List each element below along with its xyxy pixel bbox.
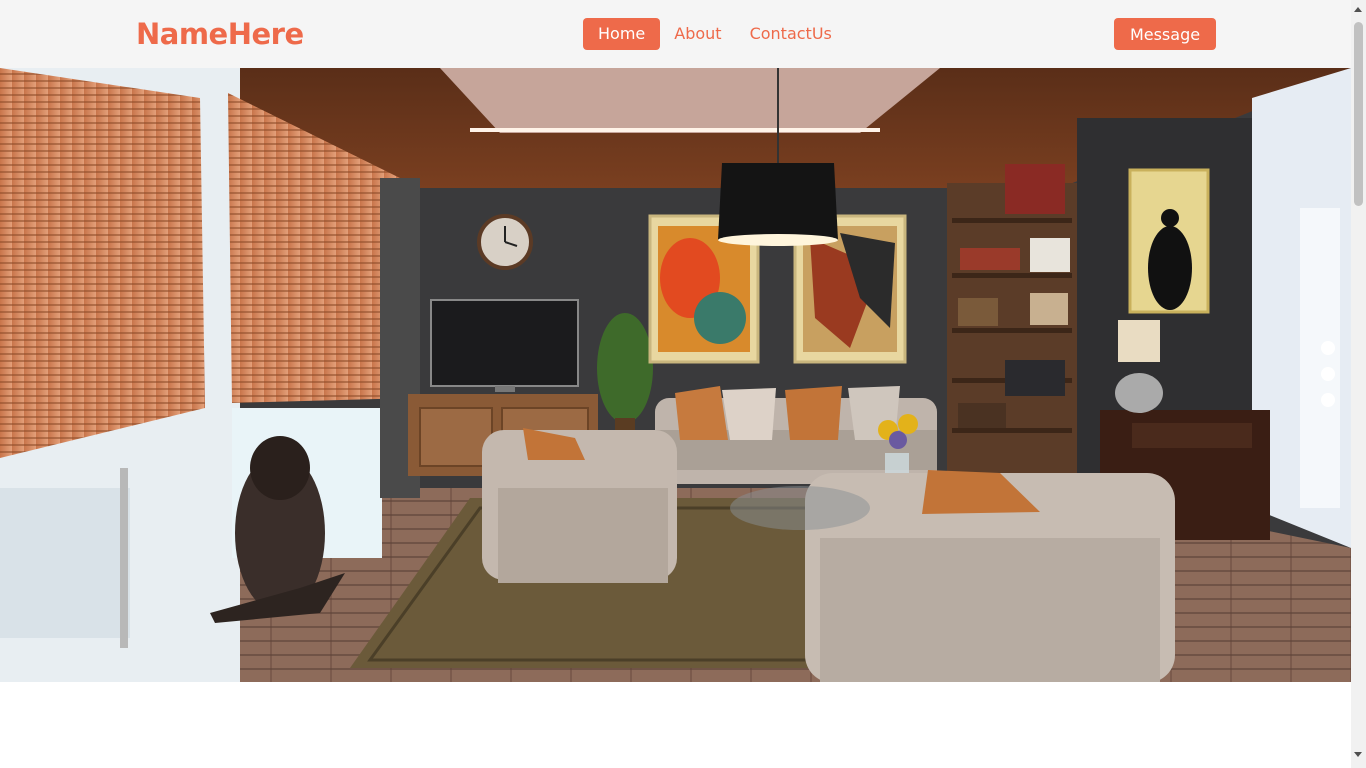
vertical-scrollbar[interactable] (1351, 0, 1366, 768)
nav-contactus-link[interactable]: ContactUs (736, 18, 846, 50)
slider-dots (1321, 341, 1335, 419)
scroll-up-arrow-icon[interactable] (1354, 7, 1362, 12)
slide-dot-3[interactable] (1321, 393, 1335, 407)
scroll-down-arrow-icon[interactable] (1354, 752, 1362, 757)
scroll-thumb[interactable] (1354, 22, 1363, 206)
message-button[interactable]: Message (1114, 18, 1216, 50)
main-nav: Home About ContactUs (583, 18, 846, 50)
slide-dot-1[interactable] (1321, 341, 1335, 355)
top-navbar: NameHere Home About ContactUs Message (0, 0, 1351, 68)
slide-dot-2[interactable] (1321, 367, 1335, 381)
hero-image-living-room (0, 68, 1351, 682)
nav-home-link[interactable]: Home (583, 18, 661, 50)
brand-logo[interactable]: NameHere (136, 14, 304, 54)
hero-slider (0, 68, 1351, 682)
nav-about-link[interactable]: About (660, 18, 735, 50)
